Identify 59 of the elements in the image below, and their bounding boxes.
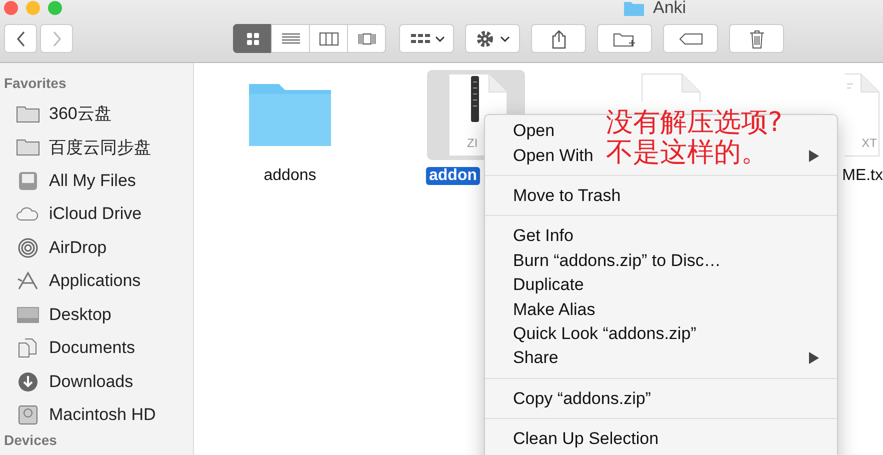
share-button[interactable] — [531, 24, 586, 53]
menu-item[interactable]: Get Info — [513, 226, 574, 246]
file-type-label: XT — [862, 136, 877, 150]
tag-button[interactable] — [663, 24, 718, 53]
folder-icon — [623, 0, 645, 16]
list-view-button[interactable] — [271, 24, 310, 53]
annotation-text: 不是这样的。 — [606, 138, 768, 168]
airdrop-icon — [16, 238, 40, 258]
menu-item[interactable]: Copy “addons.zip” — [513, 388, 651, 409]
sidebar-section-heading: Devices — [3, 432, 58, 448]
action-button[interactable] — [465, 24, 520, 53]
sidebar-item[interactable]: AirDrop — [0, 231, 193, 264]
menu-item[interactable]: Make Alias — [513, 300, 596, 320]
chevron-right-icon — [50, 30, 62, 48]
download-icon — [16, 372, 40, 392]
file-name[interactable]: ME.tx — [842, 167, 883, 185]
menu-item[interactable]: Duplicate — [513, 275, 584, 296]
menu-item[interactable]: Share — [513, 348, 558, 368]
menu-item[interactable]: Move to Trash — [513, 186, 621, 206]
applications-icon — [16, 271, 40, 292]
menu-item[interactable]: Clean Up Selection — [513, 429, 659, 450]
sidebar-item[interactable]: 360云盘 — [0, 97, 193, 130]
menu-item[interactable]: Quick Look “addons.zip” — [513, 324, 696, 344]
sidebar-section-heading: Favorites — [3, 75, 68, 91]
folder-icon — [16, 137, 40, 158]
folder-icon — [16, 104, 40, 124]
list-icon — [280, 30, 300, 46]
folder-icon — [247, 82, 333, 148]
sidebar-item[interactable]: iCloud Drive — [0, 198, 193, 231]
sidebar-item[interactable]: Desktop — [0, 298, 193, 332]
share-icon — [550, 28, 568, 48]
sidebar-item[interactable]: Downloads — [0, 365, 193, 398]
close-button[interactable] — [4, 1, 18, 15]
sidebar-item[interactable]: Applications — [0, 264, 193, 298]
arrange-button[interactable] — [399, 24, 454, 53]
trash-button[interactable] — [729, 24, 784, 53]
desktop-icon — [16, 304, 40, 325]
cover-flow-icon — [356, 30, 376, 46]
new-folder-button[interactable] — [597, 24, 652, 53]
tag-icon — [678, 32, 704, 46]
sidebar-item[interactable]: Macintosh HD — [0, 398, 193, 432]
sidebar-item[interactable]: Documents — [0, 332, 193, 365]
file-type-label: ZI — [467, 136, 478, 150]
menu-item[interactable]: Burn “addons.zip” to Disc… — [513, 250, 721, 271]
icon-view-button[interactable] — [233, 24, 272, 53]
drawer-icon — [16, 170, 40, 191]
column-view-button[interactable] — [309, 24, 348, 53]
sidebar-item[interactable]: All My Files — [0, 164, 193, 198]
trash-icon — [748, 28, 766, 48]
file-name[interactable]: addons — [260, 167, 320, 185]
file-name[interactable]: addon — [426, 167, 480, 185]
sidebar-item[interactable]: 百度云同步盘 — [0, 130, 193, 164]
annotation-text: 没有解压选项? — [606, 108, 782, 138]
chevron-left-icon — [14, 30, 26, 48]
window-title: Anki — [653, 0, 686, 18]
columns-icon — [318, 30, 338, 46]
gear-icon — [474, 30, 510, 48]
cover-flow-button[interactable] — [347, 24, 386, 53]
back-button[interactable] — [4, 24, 37, 53]
